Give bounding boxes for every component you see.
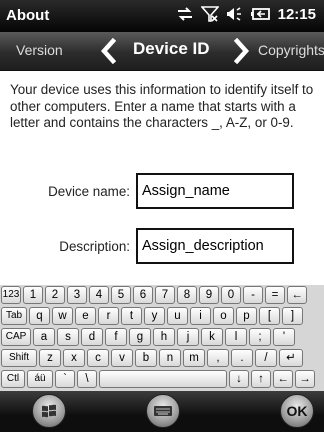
key-slash[interactable]: / xyxy=(255,349,277,367)
key-7[interactable]: 7 xyxy=(155,286,175,304)
key-a[interactable]: a xyxy=(33,328,55,346)
key-9[interactable]: 9 xyxy=(199,286,219,304)
key-period[interactable]: . xyxy=(231,349,253,367)
start-button[interactable] xyxy=(32,394,66,428)
key-backslash[interactable]: \ xyxy=(77,370,97,388)
key-v[interactable]: v xyxy=(111,349,133,367)
key-space[interactable] xyxy=(99,370,227,388)
device-name-label: Device name: xyxy=(48,184,130,199)
key-y[interactable]: y xyxy=(144,307,165,325)
key-f[interactable]: f xyxy=(105,328,127,346)
key-o[interactable]: o xyxy=(213,307,234,325)
key-4[interactable]: 4 xyxy=(89,286,109,304)
key-i[interactable]: i xyxy=(190,307,211,325)
volume-icon[interactable] xyxy=(226,6,244,22)
key-1[interactable]: 1 xyxy=(23,286,43,304)
key-5[interactable]: 5 xyxy=(111,286,131,304)
key-tab[interactable]: Tab xyxy=(1,307,27,325)
key-accents[interactable]: áü xyxy=(27,370,53,388)
key-right-bracket[interactable]: ] xyxy=(282,307,303,325)
chevron-left-icon[interactable] xyxy=(100,37,117,69)
status-bar: About 12:15 xyxy=(0,0,324,32)
key-minus[interactable]: - xyxy=(243,286,263,304)
soft-keyboard: 123 1 2 3 4 5 6 7 8 9 0 - = ← Tab q w e … xyxy=(0,285,324,391)
key-x[interactable]: x xyxy=(63,349,85,367)
key-8[interactable]: 8 xyxy=(177,286,197,304)
key-d[interactable]: d xyxy=(81,328,103,346)
key-t[interactable]: t xyxy=(121,307,142,325)
keyboard-row-1: 123 1 2 3 4 5 6 7 8 9 0 - = ← xyxy=(1,286,307,304)
tab-copyrights[interactable]: Copyrights xyxy=(258,42,324,58)
content-panel: Your device uses this information to ide… xyxy=(0,71,324,285)
battery-icon[interactable] xyxy=(250,6,271,22)
key-u[interactable]: u xyxy=(167,307,188,325)
key-apostrophe[interactable]: ' xyxy=(273,328,295,346)
key-s[interactable]: s xyxy=(57,328,79,346)
tab-device-id[interactable]: Device ID xyxy=(133,39,210,59)
key-g[interactable]: g xyxy=(129,328,151,346)
description-label: Description: xyxy=(59,239,130,254)
tab-version[interactable]: Version xyxy=(16,42,63,58)
keyboard-icon xyxy=(147,406,179,431)
key-e[interactable]: e xyxy=(75,307,96,325)
key-comma[interactable]: , xyxy=(207,349,229,367)
keyboard-toggle-button[interactable] xyxy=(146,394,180,428)
keyboard-row-2: Tab q w e r t y u i o p [ ] xyxy=(1,307,303,325)
status-icons: 12:15 xyxy=(176,5,316,23)
softkey-bar: OK xyxy=(0,391,324,432)
key-m[interactable]: m xyxy=(183,349,205,367)
app-title: About xyxy=(6,7,50,24)
key-p[interactable]: p xyxy=(236,307,257,325)
chevron-right-icon[interactable] xyxy=(233,37,250,69)
screen: About 12:15 Version Device ID Copyrights… xyxy=(0,0,324,432)
key-left-bracket[interactable]: [ xyxy=(259,307,280,325)
keyboard-row-5: Ctl áü ` \ ↓ ↑ ← → xyxy=(1,370,315,388)
key-r[interactable]: r xyxy=(98,307,119,325)
key-6[interactable]: 6 xyxy=(133,286,153,304)
key-left[interactable]: ← xyxy=(273,370,293,388)
keyboard-row-3: CAP a s d f g h j k l ; ' xyxy=(1,328,295,346)
key-0[interactable]: 0 xyxy=(221,286,241,304)
key-h[interactable]: h xyxy=(153,328,175,346)
key-ctrl[interactable]: Ctl xyxy=(1,370,25,388)
key-shift[interactable]: Shift xyxy=(1,349,37,367)
key-3[interactable]: 3 xyxy=(67,286,87,304)
key-123[interactable]: 123 xyxy=(1,286,21,304)
ok-label: OK xyxy=(286,403,308,419)
key-2[interactable]: 2 xyxy=(45,286,65,304)
device-id-description: Your device uses this information to ide… xyxy=(10,82,314,130)
connectivity-icon[interactable] xyxy=(176,6,194,22)
key-b[interactable]: b xyxy=(135,349,157,367)
key-semicolon[interactable]: ; xyxy=(249,328,271,346)
key-z[interactable]: z xyxy=(39,349,61,367)
windows-logo-icon xyxy=(33,404,65,431)
ok-button[interactable]: OK xyxy=(280,394,314,428)
key-k[interactable]: k xyxy=(201,328,223,346)
key-w[interactable]: w xyxy=(52,307,73,325)
clock-time[interactable]: 12:15 xyxy=(278,6,316,23)
signal-off-icon[interactable] xyxy=(200,5,219,23)
key-c[interactable]: c xyxy=(87,349,109,367)
key-equals[interactable]: = xyxy=(265,286,285,304)
key-up[interactable]: ↑ xyxy=(251,370,271,388)
tab-header: Version Device ID Copyrights xyxy=(0,32,324,71)
key-caps[interactable]: CAP xyxy=(1,328,31,346)
key-n[interactable]: n xyxy=(159,349,181,367)
device-name-field[interactable]: Assign_name xyxy=(136,173,294,209)
description-field[interactable]: Assign_description xyxy=(136,228,294,264)
key-j[interactable]: j xyxy=(177,328,199,346)
key-right[interactable]: → xyxy=(295,370,315,388)
keyboard-row-4: Shift z x c v b n m , . / ↵ xyxy=(1,349,303,367)
key-l[interactable]: l xyxy=(225,328,247,346)
key-q[interactable]: q xyxy=(29,307,50,325)
key-backtick[interactable]: ` xyxy=(55,370,75,388)
key-down[interactable]: ↓ xyxy=(229,370,249,388)
key-backspace[interactable]: ← xyxy=(287,286,307,304)
key-enter[interactable]: ↵ xyxy=(279,349,303,367)
